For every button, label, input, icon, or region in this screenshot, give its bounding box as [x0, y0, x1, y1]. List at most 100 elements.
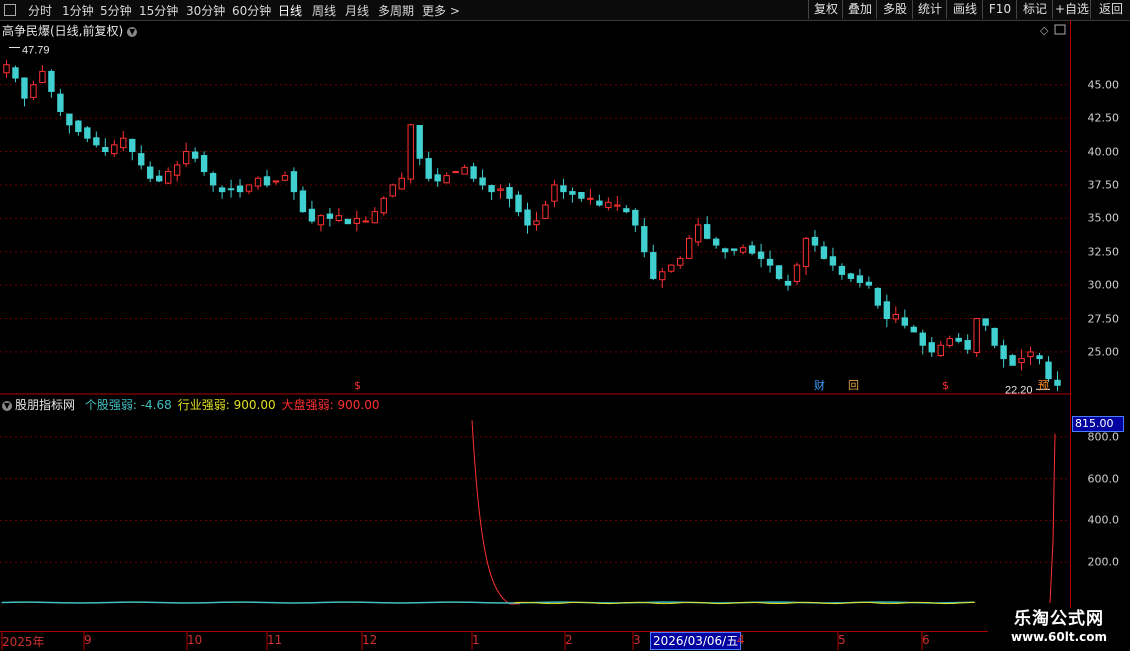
- candle-body: [21, 77, 28, 99]
- candle-body: [470, 166, 477, 179]
- candle-body: [461, 167, 468, 175]
- candle-body: [829, 256, 837, 266]
- candle-body: [66, 113, 73, 126]
- candle-body: [766, 258, 774, 266]
- candle-body: [712, 238, 720, 246]
- chart-canvas[interactable]: 47.79 22.20 ◇ $ 财 回 $ 预: [0, 0, 1130, 650]
- candle-body: [560, 185, 567, 193]
- candle-body: [677, 257, 684, 266]
- candle-body: [793, 264, 801, 282]
- candle-body: [443, 175, 450, 184]
- candle-body: [694, 224, 702, 243]
- candle-body: [578, 192, 585, 199]
- candle-body: [488, 185, 495, 193]
- candle-body: [650, 252, 657, 279]
- indicator-series-label: 个股强弱: -4.68: [84, 398, 172, 412]
- y-tick-label: 30.00: [1087, 278, 1120, 292]
- indicator-name: 股朋指标网: [15, 398, 76, 412]
- y-tick-label: 40.00: [1087, 145, 1120, 159]
- candle-body: [1045, 361, 1052, 380]
- dapan-series-line: [1049, 433, 1056, 603]
- candle-body: [748, 245, 756, 254]
- low-price-label: 22.20: [1005, 384, 1033, 396]
- candle-body: [57, 93, 64, 112]
- candle-body: [39, 70, 46, 84]
- candle-body: [542, 204, 549, 219]
- candle-body: [479, 177, 486, 186]
- candle-body: [730, 248, 738, 251]
- gegu-series-line: [1, 601, 975, 604]
- candle-body: [784, 280, 792, 286]
- x-tick-label: 5: [838, 633, 846, 647]
- candle-body: [605, 201, 612, 208]
- candle-body: [883, 301, 891, 320]
- x-tick-label: 3: [633, 633, 641, 647]
- x-axis: 2026/03/06/五 2025年 9 10 11 12 1 2 3 4 5 6: [0, 631, 1070, 651]
- candle-body: [632, 209, 639, 226]
- candle-body: [847, 273, 855, 279]
- candle-body: [371, 211, 378, 224]
- candle-body: [614, 204, 621, 207]
- event-marker: 回: [848, 379, 859, 392]
- candle-body: [874, 287, 882, 306]
- candle-body: [254, 177, 262, 187]
- window-icon: [1054, 24, 1066, 35]
- indicator-tick-label: 400.0: [1087, 513, 1120, 527]
- candle-body: [75, 120, 82, 133]
- candle-body: [506, 187, 513, 199]
- candle-body: [946, 338, 953, 346]
- candle-body: [524, 209, 531, 226]
- current-value-label: 815.00: [1072, 416, 1124, 432]
- candle-body: [919, 332, 926, 346]
- candle-body: [398, 177, 405, 190]
- candle-body: [1000, 345, 1007, 360]
- candle-body: [218, 187, 226, 193]
- candle-body: [102, 147, 109, 153]
- y-tick-label: 32.50: [1087, 245, 1120, 259]
- candle-body: [389, 184, 396, 197]
- candle-body: [308, 208, 316, 222]
- candle-body: [344, 218, 352, 225]
- selected-date: 2026/03/06/五: [650, 632, 742, 650]
- candle-body: [901, 317, 908, 326]
- candle-body: [1027, 351, 1034, 358]
- x-tick-label: 4: [737, 633, 745, 647]
- candle-body: [775, 265, 783, 279]
- candle-body: [407, 124, 414, 180]
- candle-body: [838, 265, 846, 275]
- candle-body: [416, 125, 423, 159]
- candle-body: [434, 174, 441, 182]
- candle-body: [452, 171, 459, 174]
- candle-body: [129, 138, 136, 153]
- high-price-label: 47.79: [22, 44, 50, 56]
- y-tick-label: 42.50: [1087, 111, 1120, 125]
- candle-body: [138, 153, 145, 166]
- indicator-series-label: 行业强弱: 900.00: [177, 398, 276, 412]
- candle-body: [1054, 379, 1061, 386]
- candle-body: [1018, 358, 1025, 364]
- x-tick-label: 10: [187, 633, 203, 647]
- candle-body: [111, 144, 118, 155]
- candle-body: [236, 185, 244, 193]
- y-tick-label: 37.50: [1087, 178, 1120, 192]
- candle-body: [973, 318, 980, 354]
- chevron-down-icon[interactable]: ▼: [2, 401, 12, 411]
- event-marker: $: [942, 379, 949, 392]
- candle-body: [245, 184, 253, 192]
- candle-body: [147, 166, 154, 179]
- candle-body: [497, 188, 504, 191]
- x-tick-label: 2025年: [2, 635, 45, 649]
- candle-body: [84, 127, 91, 139]
- candle-body: [596, 200, 603, 206]
- indicator-title: ▼ 股朋指标网 个股强弱: -4.68 行业强弱: 900.00 大盘强弱: 900.…: [2, 396, 379, 413]
- candle-body: [865, 281, 873, 286]
- indicator-tick-label: 800.0: [1087, 430, 1120, 444]
- candle-body: [173, 164, 181, 176]
- candle-body: [164, 171, 172, 184]
- candle-body: [668, 264, 675, 272]
- candle-body: [227, 188, 235, 191]
- watermark-line1: 乐淘公式网: [1014, 609, 1104, 629]
- candle-body: [335, 215, 343, 222]
- indicator-series-label: 大盘强弱: 900.00: [281, 398, 380, 412]
- x-tick-label: 1: [472, 633, 480, 647]
